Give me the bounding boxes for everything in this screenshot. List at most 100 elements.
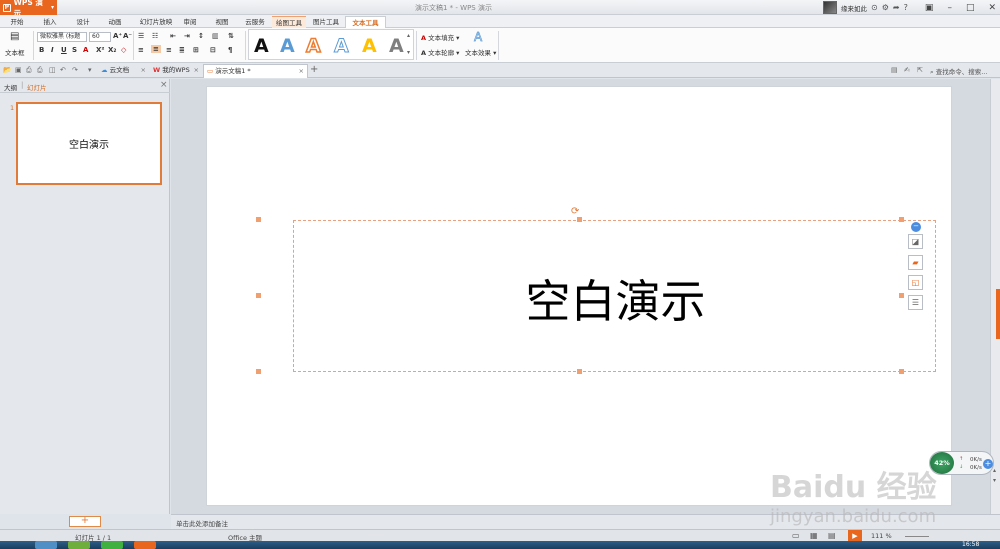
skin-icon[interactable]: ⊙ — [871, 3, 878, 12]
font-size-select[interactable]: 60 — [89, 32, 111, 42]
collapse-icon[interactable]: ⇱ — [917, 66, 923, 74]
mark-icon[interactable]: ✍ — [904, 66, 910, 74]
tab-drawing-tools[interactable]: 绘图工具 — [272, 16, 306, 28]
maximize-icon[interactable]: □ — [966, 3, 975, 13]
taskbar-app-icon[interactable] — [101, 541, 123, 549]
resize-handle[interactable] — [256, 369, 261, 374]
zoom-level[interactable]: 111 % — [871, 532, 892, 540]
close-icon[interactable]: × — [141, 64, 146, 77]
open-icon[interactable]: 📂 — [3, 66, 12, 74]
superscript-icon[interactable]: X² — [96, 46, 104, 54]
slide-thumbnail[interactable]: 空白演示 — [16, 102, 162, 185]
distribute-icon[interactable]: ⊞ — [193, 46, 199, 54]
text-style-gold[interactable]: A — [362, 35, 377, 57]
close-icon[interactable]: ✕ — [988, 3, 996, 13]
print-preview-icon[interactable]: ◫ — [49, 66, 56, 74]
layout-icon[interactable]: ☰ — [908, 295, 923, 310]
text-style-orange-outline[interactable]: A — [305, 34, 321, 58]
italic-icon[interactable]: I — [51, 46, 54, 54]
numbering-icon[interactable]: ☷ — [152, 32, 158, 40]
font-name-select[interactable]: 微软雅黑 (标题 — [37, 32, 87, 42]
side-panel-toggle[interactable] — [996, 289, 1000, 339]
fill-icon[interactable]: ▰ — [908, 255, 923, 270]
tab-design[interactable]: 设计 — [70, 16, 96, 28]
notes-placeholder[interactable]: 单击此处添加备注 — [176, 518, 228, 528]
tab-review[interactable]: 审阅 — [177, 16, 203, 28]
text-style-black[interactable]: A — [254, 35, 269, 57]
textbox-button[interactable]: 文本框 — [5, 47, 25, 57]
textbox-icon[interactable]: ▤ — [10, 31, 19, 42]
resize-handle[interactable] — [577, 369, 582, 374]
slide[interactable]: 空白演示 — [206, 86, 952, 506]
sorter-view-icon[interactable]: ▦ — [810, 531, 818, 540]
text-fill-button[interactable]: A 文本填充 ▾ — [421, 32, 459, 42]
bullets-icon[interactable]: ☰ — [138, 32, 144, 40]
clear-format-icon[interactable]: ◇ — [121, 46, 126, 54]
increase-indent-icon[interactable]: ⇥ — [184, 32, 190, 40]
text-style-gray[interactable]: A — [389, 35, 404, 57]
vertical-align-icon[interactable]: ⊟ — [210, 46, 216, 54]
tab-my-wps[interactable]: W 我的WPS × — [150, 64, 202, 78]
text-outline-button[interactable]: A 文本轮廓 ▾ — [421, 47, 459, 57]
restore-ribbon-icon[interactable]: ▣ — [925, 3, 934, 13]
scroll-up-icon[interactable]: ▴ — [993, 467, 996, 474]
align-center-icon[interactable]: ≡ — [151, 45, 161, 53]
text-effect-button[interactable]: 文本效果 ▾ — [465, 47, 496, 57]
close-icon[interactable]: × — [194, 64, 199, 77]
gallery-scroll-up-icon[interactable]: ▴ — [407, 32, 410, 39]
avatar[interactable] — [823, 1, 837, 14]
tab-insert[interactable]: 插入 — [37, 16, 63, 28]
close-icon[interactable]: × — [160, 80, 168, 90]
tab-cloud-service[interactable]: 云服务 — [240, 16, 270, 28]
justify-icon[interactable]: ≣ — [179, 46, 185, 54]
print-icon[interactable]: ⎙ — [37, 66, 43, 75]
collapse-toolbar-icon[interactable]: − — [911, 222, 921, 232]
tab-slideshow[interactable]: 幻灯片放映 — [134, 16, 178, 28]
align-right-icon[interactable]: ≡ — [166, 46, 172, 54]
subscript-icon[interactable]: X₂ — [108, 46, 116, 54]
font-color-icon[interactable]: A — [83, 46, 88, 54]
user-name[interactable]: 缘来如此 — [841, 3, 867, 13]
title-textbox[interactable]: 空白演示 — [293, 220, 936, 372]
resize-handle[interactable] — [899, 217, 904, 222]
text-direction-icon[interactable]: ⇅ — [228, 32, 234, 40]
save-icon[interactable]: ▣ — [15, 66, 22, 74]
resize-handle[interactable] — [256, 293, 261, 298]
new-tab-icon[interactable]: + — [310, 64, 318, 75]
app-menu-button[interactable]: P WPS 演示 ▾ — [0, 0, 57, 18]
tab-home[interactable]: 开始 — [4, 16, 30, 28]
undo-icon[interactable]: ↶ — [60, 66, 66, 74]
minimize-icon[interactable]: – — [947, 3, 952, 13]
tab-outline[interactable]: 大纲 — [4, 82, 17, 92]
align-left-icon[interactable]: ≡ — [138, 46, 144, 54]
bold-icon[interactable]: B — [39, 46, 44, 54]
redo-icon[interactable]: ↷ — [72, 66, 78, 74]
comment-icon[interactable]: ▤ — [891, 66, 898, 74]
decrease-indent-icon[interactable]: ⇤ — [170, 32, 176, 40]
notes-bar[interactable]: 单击此处添加备注 — [171, 514, 1000, 529]
resize-handle[interactable] — [899, 293, 904, 298]
reading-view-icon[interactable]: ▤ — [828, 531, 836, 540]
customize-icon[interactable]: ▾ — [88, 66, 92, 74]
network-speed-widget[interactable]: 42% ↑ ↓ 0K/s 0K/s + — [929, 451, 994, 475]
grow-font-icon[interactable]: A⁺ — [113, 32, 122, 40]
start-orb-icon[interactable] — [35, 541, 57, 549]
user-area[interactable]: 缘来如此 ⊙ ⚙ ➦ ? — [823, 0, 908, 15]
rotate-handle-icon[interactable]: ⟳ — [571, 206, 579, 217]
zoom-slider[interactable] — [905, 536, 929, 537]
resize-handle[interactable] — [256, 217, 261, 222]
resize-handle[interactable] — [577, 217, 582, 222]
tab-slides[interactable]: 幻灯片 — [27, 82, 47, 92]
command-search[interactable]: ⌕ 查找命令、搜索... — [930, 66, 987, 77]
settings-icon[interactable]: ⚙ — [882, 3, 889, 12]
help-icon[interactable]: ? — [904, 3, 908, 12]
text-effect-icon[interactable]: A — [474, 30, 483, 45]
shape-style-icon[interactable]: ◪ — [908, 234, 923, 249]
paragraph-icon[interactable]: ¶ — [228, 46, 232, 54]
share-icon[interactable]: ➦ — [893, 3, 900, 12]
outline-icon[interactable]: ◱ — [908, 275, 923, 290]
tab-active-document[interactable]: ▭ 演示文稿1 * × — [203, 64, 308, 78]
speed-widget-plus-icon[interactable]: + — [983, 459, 993, 469]
taskbar-wps-icon[interactable] — [134, 541, 156, 549]
shrink-font-icon[interactable]: A⁻ — [123, 32, 132, 40]
